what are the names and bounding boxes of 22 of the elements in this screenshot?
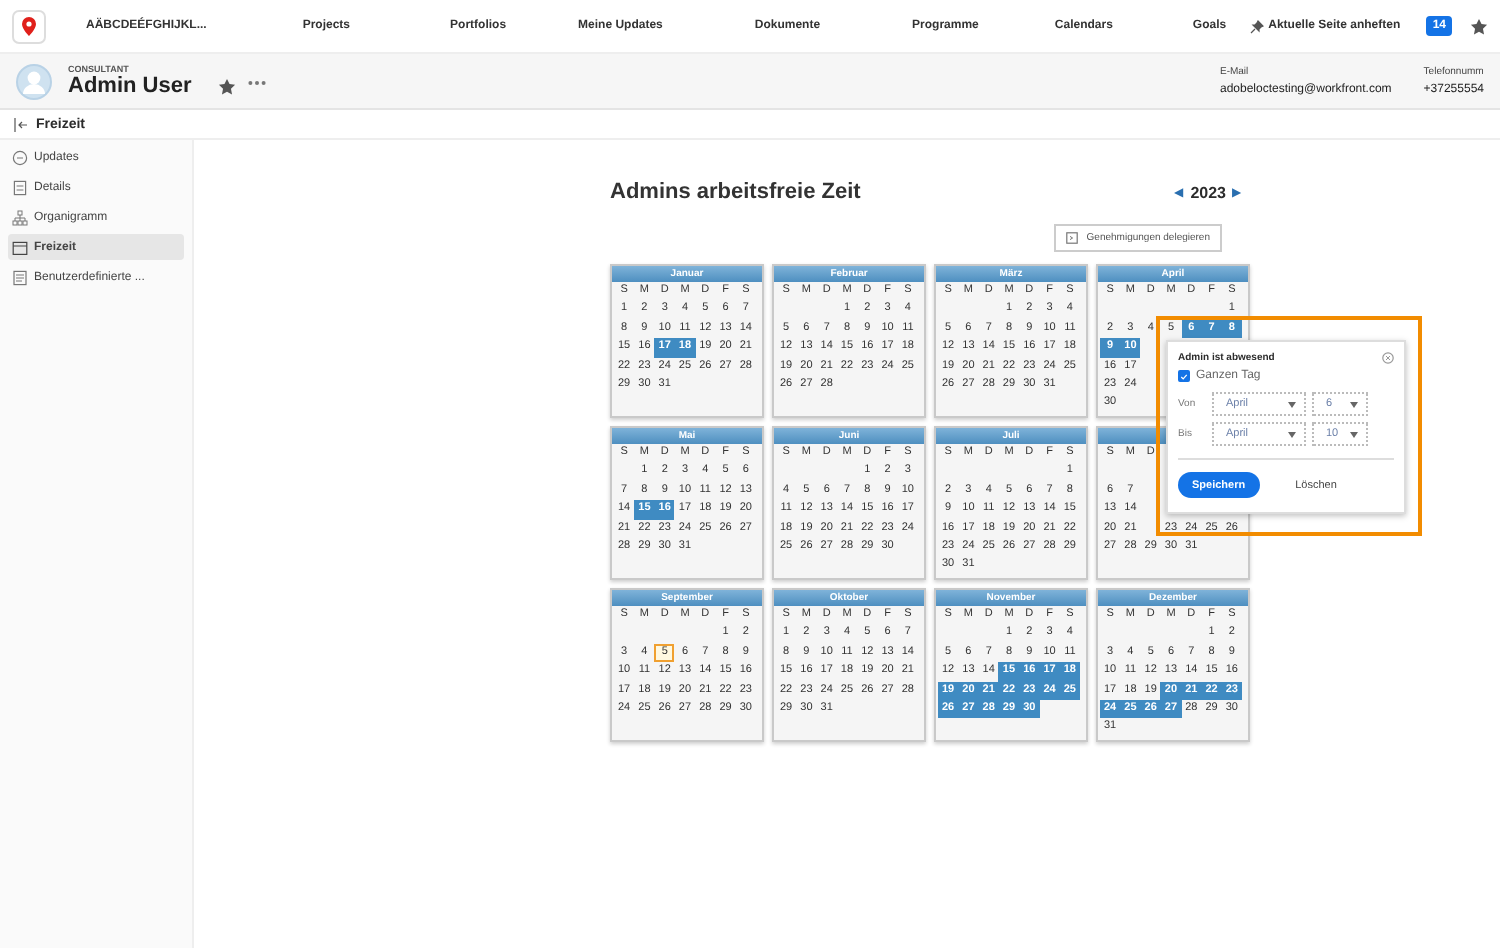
caret-icon: [1350, 401, 1358, 407]
close-icon[interactable]: [1382, 352, 1394, 364]
avatar: [16, 63, 52, 99]
caret-icon: [1288, 431, 1296, 437]
org-chart-icon: [12, 209, 28, 225]
form-icon: [12, 269, 28, 285]
caret-icon: [1288, 401, 1296, 407]
more-icon[interactable]: [247, 80, 266, 86]
star-icon[interactable]: [217, 78, 236, 96]
page-title: Admins arbeitsfreie Zeit: [610, 180, 861, 204]
user-name: Admin User: [68, 74, 192, 98]
document-icon: [12, 179, 28, 195]
delegate-icon: [1066, 232, 1079, 244]
star-icon[interactable]: [1470, 17, 1488, 35]
year-label: 2023: [1190, 183, 1226, 201]
collapse-icon[interactable]: [14, 117, 28, 131]
chat-icon: [12, 149, 28, 165]
calendar-icon: [12, 239, 28, 255]
logo-icon[interactable]: [12, 9, 46, 43]
checkbox[interactable]: [1178, 370, 1190, 382]
caret-icon: [1350, 431, 1358, 437]
pin-icon: [1250, 19, 1265, 33]
